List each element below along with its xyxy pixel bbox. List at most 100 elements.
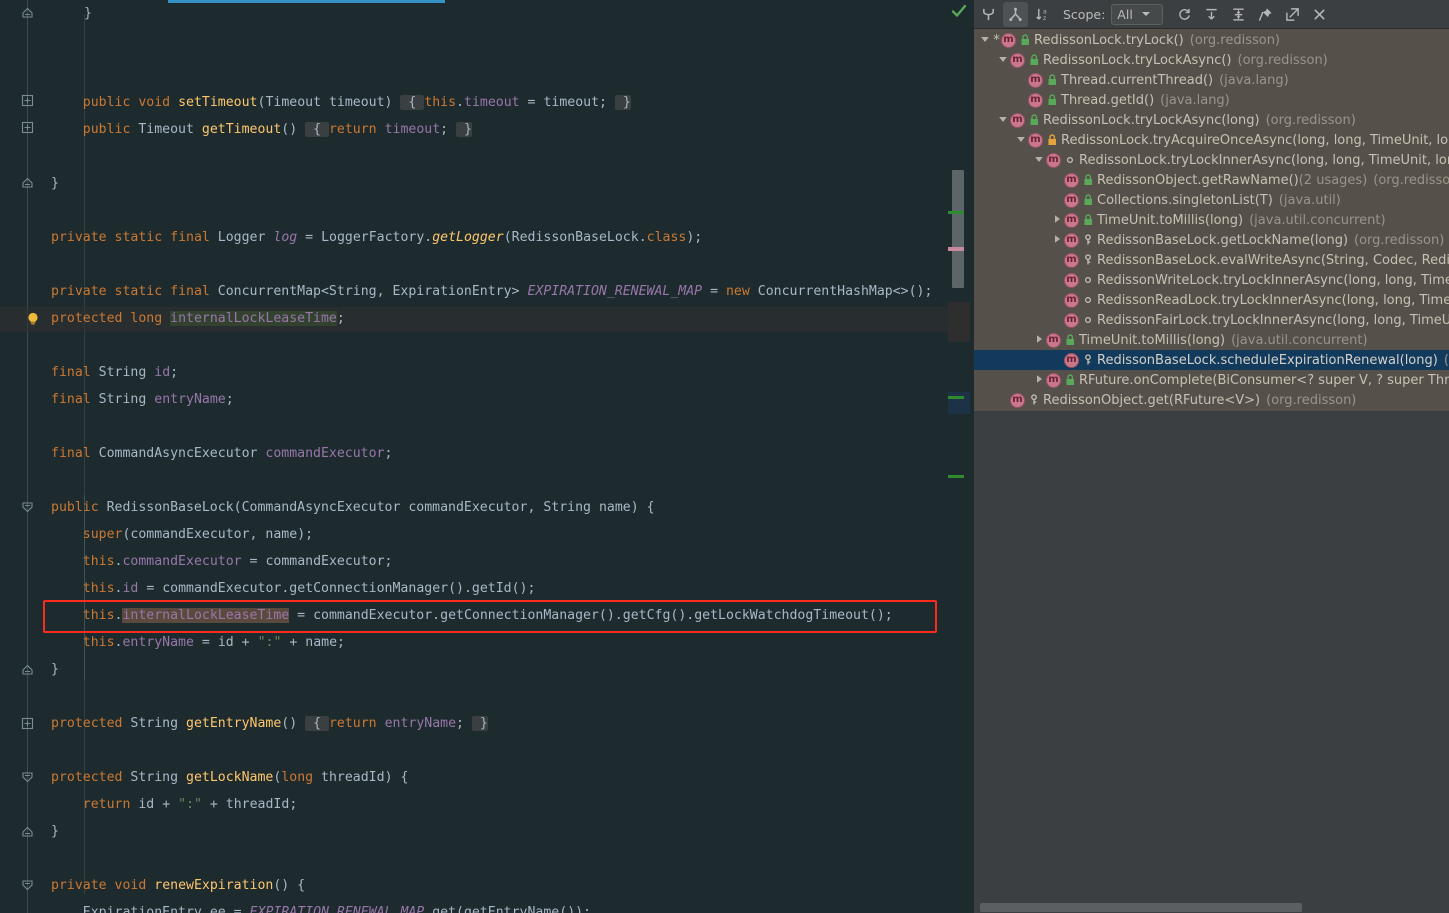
method-icon: m [1028,92,1043,108]
lock-green-visibility-icon [1045,74,1058,87]
code-line: public void setTimeout(Timeout timeout) … [51,95,631,110]
code-line: private static final Logger log = Logger… [51,230,703,245]
tree-expanded-arrow-icon[interactable] [1034,154,1046,166]
scope-label: Scope: [1063,6,1106,22]
key-visibility-icon [1081,234,1094,247]
tree-collapsed-arrow-icon[interactable] [1052,234,1064,246]
code-line-annotated: this.internalLockLeaseTime = commandExec… [82,608,893,623]
hierarchy-method-name: RFuture.onComplete(BiConsumer<? super V,… [1079,372,1449,388]
hierarchy-row[interactable]: m TimeUnit.toMillis(long) (java.util.concu… [974,210,1449,230]
inspection-ok-checkmark-icon[interactable] [951,3,967,19]
hierarchy-method-name: TimeUnit.toMillis(long) [1079,332,1226,348]
caller-hierarchy-icon[interactable] [1003,1,1028,27]
tree-collapsed-arrow-icon[interactable] [1034,374,1046,386]
hierarchy-toolbar[interactable]: az Scope: All [974,0,1449,29]
hierarchy-method-name: RedissonBaseLock.evalWriteAsync(String, … [1097,252,1449,268]
tree-expanded-arrow-icon[interactable] [980,34,992,46]
method-icon: m [1064,292,1079,308]
tree-no-arrow [1016,74,1028,86]
lock-green-visibility-icon [1063,374,1076,387]
hierarchy-row[interactable]: m RedissonObject.get(RFuture<V>) (org.redi… [974,390,1449,410]
marker-change-pink[interactable] [948,247,964,251]
hierarchy-method-name: RedissonLock.tryLockInnerAsync(long, lon… [1079,152,1449,168]
scope-value: All [1117,6,1133,22]
hierarchy-row[interactable]: * m RedissonLock.tryLock() (org.redisson) [974,30,1449,50]
code-editor-pane[interactable]: } public void setTimeout(Timeout timeout… [0,0,970,913]
hierarchy-method-name: RedissonWriteLock.tryLockInnerAsync(long… [1097,272,1449,288]
refresh-icon[interactable] [1172,2,1197,27]
hierarchy-row-selected[interactable]: m RedissonBaseLock.scheduleExpirationRene… [974,350,1449,370]
tree-collapsed-arrow-icon[interactable] [1034,334,1046,346]
method-icon: m [1001,32,1016,48]
hierarchy-method-name: RedissonLock.tryAcquireOnceAsync(long, l… [1061,132,1449,148]
tree-no-arrow [1052,354,1064,366]
method-icon: m [1046,152,1061,168]
package-label: (org.redisson) [1266,392,1357,408]
hierarchy-method-name: RedissonLock.tryLock() [1034,32,1184,48]
editor-vertical-scrollbar-thumb[interactable] [952,170,964,288]
hierarchy-method-name: Thread.getId() [1061,92,1155,108]
hierarchy-row[interactable]: m RedissonObject.getRawName() (2 usages) (o… [974,170,1449,190]
lock-green-visibility-icon [1063,334,1076,347]
hierarchy-method-name: RedissonFairLock.tryLockInnerAsync(long,… [1097,312,1449,328]
hierarchy-row[interactable]: m RedissonLock.tryLockAsync(long) (org.red… [974,110,1449,130]
tree-expanded-arrow-icon[interactable] [998,54,1010,66]
method-icon: m [1010,52,1025,68]
method-icon: m [1064,212,1079,228]
hierarchy-row[interactable]: m Thread.getId() (java.lang) [974,90,1449,110]
call-hierarchy-panel[interactable]: az Scope: All * m RedissonLock.tryLock()… [970,0,1449,913]
package-label: (java.util.concurrent) [1231,332,1368,348]
marker-usage-green[interactable] [948,396,964,399]
lock-green-visibility-icon [1018,34,1031,47]
svg-text:z: z [1043,15,1046,22]
circle-visibility-icon [1081,314,1094,327]
hierarchy-row[interactable]: m TimeUnit.toMillis(long) (java.util.concu… [974,330,1449,350]
hierarchy-row[interactable]: m Thread.currentThread() (java.lang) [974,70,1449,90]
hierarchy-row[interactable]: m RedissonReadLock.tryLockInnerAsync(long… [974,290,1449,310]
tree-expanded-arrow-icon[interactable] [1016,134,1028,146]
hierarchy-row[interactable]: m RedissonWriteLock.tryLockInnerAsync(lon… [974,270,1449,290]
lock-green-visibility-icon [1027,114,1040,127]
marker-usage-green[interactable] [948,475,964,478]
callee-hierarchy-icon[interactable] [976,2,1001,27]
pin-tab-icon[interactable] [1253,2,1278,27]
method-icon: m [1010,392,1025,408]
package-label: (org.redisson) [1373,172,1449,188]
hierarchy-horizontal-scrollbar[interactable] [974,902,1449,913]
scope-combobox[interactable]: All [1111,3,1164,25]
hierarchy-row[interactable]: m RedissonBaseLock.evalWriteAsync(String,… [974,250,1449,270]
sort-alphabetically-icon[interactable]: az [1030,2,1055,27]
tree-expanded-arrow-icon[interactable] [998,114,1010,126]
hierarchy-row[interactable]: m RedissonLock.tryAcquireOnceAsync(long, … [974,130,1449,150]
tree-no-arrow [1016,94,1028,106]
marker-usage-green[interactable] [948,211,964,214]
lock-green-visibility-icon [1081,194,1094,207]
hierarchy-row[interactable]: m RedissonLock.tryLockAsync() (org.redisso… [974,50,1449,70]
hierarchy-row[interactable]: m RFuture.onComplete(BiConsumer<? super V… [974,370,1449,390]
code-line: return id + ":" + threadId; [82,797,298,812]
circle-visibility-icon [1081,274,1094,287]
tree-no-arrow [1052,194,1064,206]
call-hierarchy-tree[interactable]: * m RedissonLock.tryLock() (org.redisson) m R… [974,29,1449,411]
source-code[interactable]: } public void setTimeout(Timeout timeout… [0,0,932,913]
open-in-new-window-icon[interactable] [1280,2,1305,27]
key-visibility-icon [1027,394,1040,407]
hierarchy-horizontal-scrollbar-thumb[interactable] [980,903,1302,912]
code-line: protected String getLockName(long thread… [51,770,409,785]
code-line: protected String getEntryName() { return… [51,716,488,731]
code-line: this.commandExecutor = commandExecutor; [82,554,393,569]
hierarchy-row[interactable]: m Collections.singletonList(T) (java.util) [974,190,1449,210]
package-label: (java.util.concurrent) [1249,212,1386,228]
tree-collapsed-arrow-icon[interactable] [1052,214,1064,226]
hierarchy-row[interactable]: m RedissonLock.tryLockInnerAsync(long, lo… [974,150,1449,170]
expand-all-icon[interactable] [1199,2,1224,27]
code-line: } [84,6,92,21]
close-icon[interactable] [1307,2,1332,27]
package-label: (java.util) [1278,192,1341,208]
collapse-all-icon[interactable] [1226,2,1251,27]
hierarchy-method-name: RedissonBaseLock.scheduleExpirationRenew… [1097,352,1438,368]
tree-no-arrow [1052,174,1064,186]
hierarchy-row[interactable]: m RedissonBaseLock.getLockName(long) (org.… [974,230,1449,250]
editor-marker-strip[interactable] [948,0,970,913]
hierarchy-row[interactable]: m RedissonFairLock.tryLockInnerAsync(long… [974,310,1449,330]
